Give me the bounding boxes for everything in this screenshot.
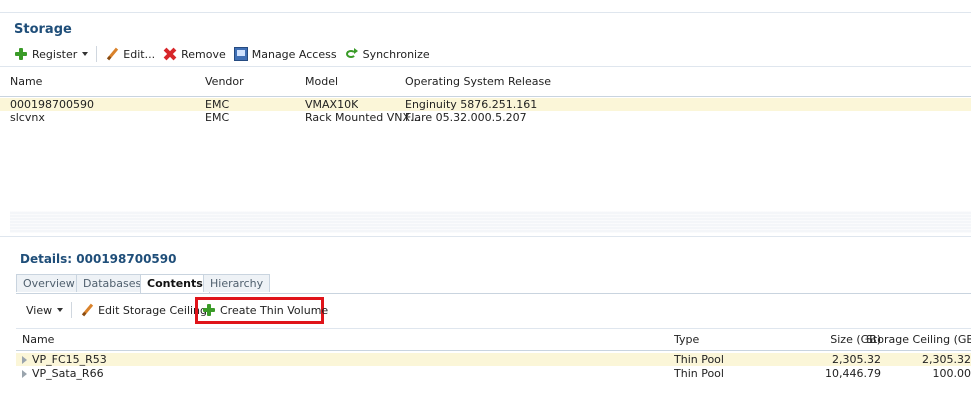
column-header-vendor[interactable]: Vendor bbox=[205, 75, 244, 88]
column-header-type[interactable]: Type bbox=[674, 333, 699, 346]
column-header-name[interactable]: Name bbox=[22, 333, 54, 346]
column-header-storage-ceiling[interactable]: Storage Ceiling (GB) bbox=[866, 333, 971, 346]
top-divider bbox=[0, 12, 971, 13]
details-title: Details: 000198700590 bbox=[20, 252, 177, 266]
row-label: VP_Sata_R66 bbox=[22, 367, 104, 380]
pool-name: VP_Sata_R66 bbox=[32, 367, 104, 380]
edit-button[interactable]: Edit... bbox=[101, 44, 159, 64]
manage-access-icon bbox=[233, 47, 248, 61]
storage-row-2[interactable]: slcvnx EMC Rack Mounted VNX... Flare 05.… bbox=[0, 111, 971, 124]
pool-ceiling: 2,305.32 bbox=[922, 353, 971, 366]
register-button[interactable]: Register bbox=[10, 44, 92, 64]
manage-access-button[interactable]: Manage Access bbox=[230, 44, 341, 64]
expand-icon[interactable] bbox=[22, 370, 27, 378]
create-thin-volume-label: Create Thin Volume bbox=[220, 303, 329, 317]
storage-os: Enginuity 5876.251.161 bbox=[405, 98, 538, 111]
tab-contents[interactable]: Contents bbox=[140, 274, 210, 293]
storage-toolbar: Register Edit... Remove Manage Access Sy… bbox=[10, 44, 434, 64]
pool-type: Thin Pool bbox=[674, 367, 724, 380]
column-header-os-release[interactable]: Operating System Release bbox=[405, 75, 551, 88]
contents-row-1[interactable]: VP_FC15_R53 Thin Pool 2,305.32 2,305.32 bbox=[16, 353, 971, 366]
column-header-model[interactable]: Model bbox=[305, 75, 338, 88]
storage-name: 000198700590 bbox=[10, 98, 94, 111]
storage-title: Storage bbox=[14, 22, 72, 37]
contents-table-header: Name Type Size (GB) Storage Ceiling (GB) bbox=[16, 328, 971, 351]
manage-access-label: Manage Access bbox=[251, 47, 337, 61]
storage-name: slcvnx bbox=[10, 111, 45, 124]
toolbar-separator bbox=[71, 302, 73, 318]
column-header-name[interactable]: Name bbox=[10, 75, 42, 88]
synchronize-label: Synchronize bbox=[362, 47, 430, 61]
view-label: View bbox=[26, 303, 53, 317]
edit-storage-ceiling-button[interactable]: Edit Storage Ceiling bbox=[76, 300, 211, 320]
storage-row-1[interactable]: 000198700590 EMC VMAX10K Enginuity 5876.… bbox=[0, 98, 971, 111]
view-menu-button[interactable]: View bbox=[18, 300, 67, 320]
synchronize-icon bbox=[345, 47, 359, 61]
pencil-icon bbox=[105, 47, 119, 61]
tab-overview[interactable]: Overview bbox=[16, 274, 82, 292]
expand-icon[interactable] bbox=[22, 356, 27, 364]
remove-label: Remove bbox=[181, 47, 226, 61]
tab-databases[interactable]: Databases bbox=[76, 274, 149, 292]
chevron-down-icon bbox=[82, 52, 89, 56]
tabs-underline bbox=[16, 293, 971, 294]
details-tabs: Overview Databases Contents Hierarchy bbox=[16, 274, 971, 294]
storage-model: VMAX10K bbox=[305, 98, 359, 111]
create-thin-volume-button[interactable]: Create Thin Volume bbox=[198, 300, 332, 320]
storage-table-header: Name Vendor Model Operating System Relea… bbox=[0, 66, 971, 97]
edit-storage-ceiling-label: Edit Storage Ceiling bbox=[98, 303, 208, 317]
panel-divider[interactable] bbox=[0, 236, 971, 237]
tab-hierarchy[interactable]: Hierarchy bbox=[203, 274, 271, 292]
pool-type: Thin Pool bbox=[674, 353, 724, 366]
pool-name: VP_FC15_R53 bbox=[32, 353, 107, 366]
storage-vendor: EMC bbox=[205, 98, 230, 111]
storage-os: Flare 05.32.000.5.207 bbox=[405, 111, 527, 124]
details-toolbar: View Edit Storage Ceiling bbox=[18, 300, 211, 320]
toolbar-separator bbox=[96, 46, 98, 62]
storage-model: Rack Mounted VNX... bbox=[305, 111, 421, 124]
pencil-icon bbox=[80, 303, 94, 317]
row-label: VP_FC15_R53 bbox=[22, 353, 107, 366]
storage-table-footer bbox=[10, 211, 971, 233]
pool-ceiling: 100.00 bbox=[932, 367, 971, 380]
plus-icon bbox=[14, 47, 28, 61]
remove-icon bbox=[163, 47, 177, 61]
storage-vendor: EMC bbox=[205, 111, 230, 124]
chevron-down-icon bbox=[57, 308, 64, 312]
plus-icon bbox=[202, 303, 216, 317]
contents-row-2[interactable]: VP_Sata_R66 Thin Pool 10,446.79 100.00 bbox=[16, 367, 971, 380]
edit-label: Edit... bbox=[123, 47, 156, 61]
remove-button[interactable]: Remove bbox=[159, 44, 230, 64]
register-label: Register bbox=[32, 47, 78, 61]
synchronize-button[interactable]: Synchronize bbox=[341, 44, 434, 64]
